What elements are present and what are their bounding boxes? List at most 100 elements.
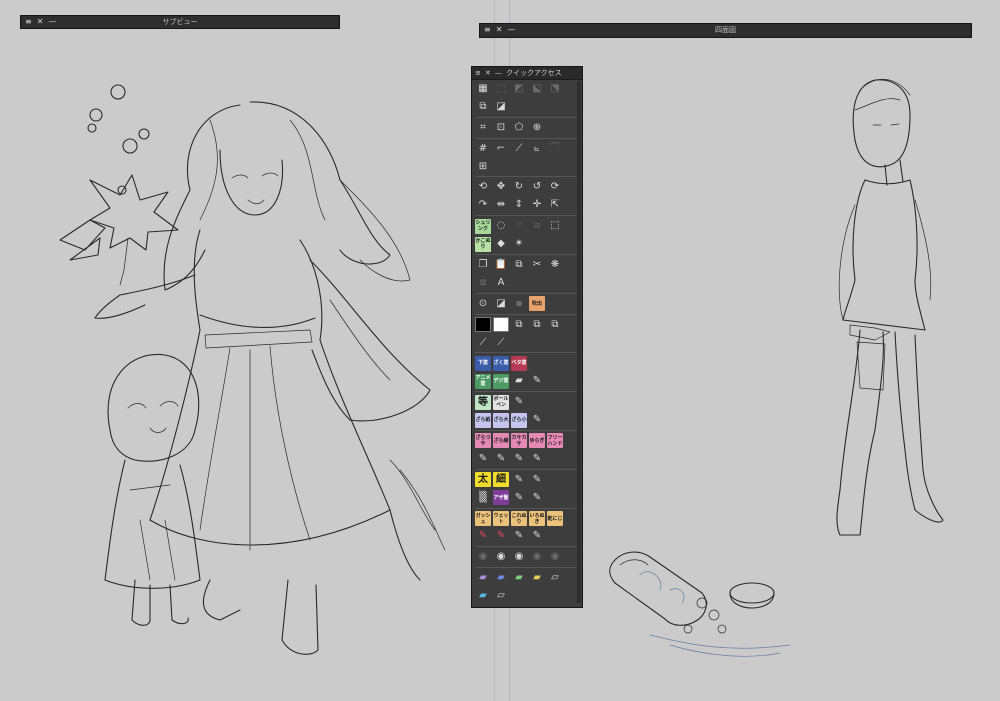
mesh-icon[interactable]: ⊕ xyxy=(529,120,545,135)
rotate-view-icon[interactable]: ↻ xyxy=(511,180,527,195)
paste-icon[interactable]: 📋 xyxy=(493,257,509,272)
brush-tip-icon[interactable]: ✎ xyxy=(529,472,545,487)
quick-access-panel[interactable]: ≡ ✕ — クイックアクセス ▦ ⬚ ◩ ⬕ ⬔ ⧉ ◪ ⌗ ⊡ ⬠ ⊕ # ⌐ ⟋ ⦜ ⌒ ⊞ ⟲ ✥ ↻ ↺ ⟳ ↷ ⇹ ⇕… xyxy=(471,66,583,608)
scrollbar[interactable] xyxy=(577,81,581,603)
pen-ruler-icon[interactable]: ⟋ xyxy=(511,141,527,156)
tone-black-icon[interactable]: ▒ xyxy=(475,490,491,505)
layer-dark-icon[interactable]: ▪ xyxy=(511,296,527,311)
circle-4-icon[interactable]: ◉ xyxy=(529,550,545,565)
zakku-nuri-button[interactable]: ざく塗 xyxy=(493,355,509,371)
rect-select-icon[interactable]: ⬚ xyxy=(547,219,563,234)
smudge-icon[interactable]: ✎ xyxy=(511,490,527,505)
zara-2-button[interactable]: ざら大 xyxy=(493,412,509,428)
no-fill-icon[interactable]: ⧄ xyxy=(529,219,545,234)
folder-white-icon[interactable]: ▱ xyxy=(547,571,563,586)
shrink-select-button[interactable]: シュリンク xyxy=(475,218,491,234)
eyedropper-icon[interactable]: ⟋ xyxy=(475,335,491,350)
wet-button[interactable]: ウェット xyxy=(493,511,509,527)
free-button[interactable]: フリーハンド xyxy=(547,433,563,449)
circle-1-icon[interactable]: ◉ xyxy=(475,550,491,565)
move-icon[interactable]: ✥ xyxy=(493,180,509,195)
blend-icon[interactable]: ✎ xyxy=(529,490,545,505)
open-folder-icon[interactable]: ▱ xyxy=(493,589,509,604)
layer-stack-icon[interactable]: ⧉ xyxy=(511,317,527,332)
zara-1-button[interactable]: ざら紙 xyxy=(475,412,491,428)
tou-button[interactable]: 等 xyxy=(475,394,491,410)
rotate-left-icon[interactable]: ⟲ xyxy=(475,180,491,195)
iroiro-button[interactable]: いろぬき xyxy=(529,511,545,527)
close-icon[interactable]: ✕ xyxy=(485,67,491,79)
balloon-button[interactable]: 吹出 xyxy=(529,296,545,312)
new-layer-icon[interactable]: ⧉ xyxy=(475,99,491,114)
folder-cyan-icon[interactable]: ▰ xyxy=(475,589,491,604)
ink-brush-icon[interactable]: ✎ xyxy=(511,472,527,487)
hand-icon[interactable]: ☞ xyxy=(511,219,527,234)
layer-mask-icon[interactable]: ◪ xyxy=(493,99,509,114)
kore-button[interactable]: これぬり xyxy=(511,511,527,527)
shrink-icon[interactable]: ⬔ xyxy=(547,81,563,96)
folder-purple-icon[interactable]: ▰ xyxy=(475,571,491,586)
menu-icon[interactable]: ≡ xyxy=(475,67,481,79)
curve-ruler-icon[interactable]: ⌒ xyxy=(547,141,563,156)
airbrush-icon[interactable]: ✎ xyxy=(511,529,527,544)
lasso-icon[interactable]: ◌ xyxy=(493,219,509,234)
brush-2-icon[interactable]: ✎ xyxy=(493,451,509,466)
layer-props-icon[interactable]: ⧉ xyxy=(529,317,545,332)
folder-yellow-icon[interactable]: ▰ xyxy=(529,571,545,586)
flip-v-icon[interactable]: ⇕ xyxy=(511,198,527,213)
pen-tool-icon[interactable]: ✎ xyxy=(511,395,527,410)
zoom-icon[interactable]: ⊙ xyxy=(475,296,491,311)
minimize-icon[interactable]: — xyxy=(495,67,502,79)
brush-1-icon[interactable]: ✎ xyxy=(475,451,491,466)
kawaki-button[interactable]: 乾にじ xyxy=(547,511,563,527)
circle-2-icon[interactable]: ◉ xyxy=(493,550,509,565)
frame-icon[interactable]: ◪ xyxy=(493,296,509,311)
expand-icon[interactable]: ⬕ xyxy=(529,81,545,96)
brush-4-icon[interactable]: ✎ xyxy=(529,451,545,466)
folder-blue-icon[interactable]: ▰ xyxy=(493,571,509,586)
red-brush-icon[interactable]: ✎ xyxy=(475,529,491,544)
layer-link-icon[interactable]: ⧉ xyxy=(547,317,563,332)
fill-bucket-icon[interactable]: ◆ xyxy=(493,237,509,252)
futo-button[interactable]: 太 xyxy=(475,472,491,488)
magic-wand-icon[interactable]: ✶ xyxy=(511,237,527,252)
main-color-swatch[interactable] xyxy=(475,317,491,333)
merge-icon[interactable]: ⧈ xyxy=(475,275,491,290)
pen-icon[interactable]: ✎ xyxy=(529,374,545,389)
anime-nuri-button[interactable]: アニメ塗 xyxy=(475,373,491,389)
circle-5-icon[interactable]: ◉ xyxy=(547,550,563,565)
deselect-icon[interactable]: ⬚ xyxy=(493,81,509,96)
aza-button[interactable]: アザ髪 xyxy=(493,490,509,506)
zara-tsuya-button[interactable]: ざらつや xyxy=(475,433,491,449)
select-arrow-icon[interactable]: ⇱ xyxy=(547,198,563,213)
loading-icon[interactable]: ❋ xyxy=(547,257,563,272)
ballpen-button[interactable]: ボールペン xyxy=(493,394,509,410)
gouache-button[interactable]: ガッシュ xyxy=(475,511,491,527)
spray-icon[interactable]: ✎ xyxy=(529,529,545,544)
free-transform-icon[interactable]: ⊡ xyxy=(493,120,509,135)
zara-sen-button[interactable]: ざら線 xyxy=(493,433,509,449)
quick-access-header[interactable]: ≡ ✕ — クイックアクセス xyxy=(472,67,582,80)
select-all-icon[interactable]: ▦ xyxy=(475,81,491,96)
marker-icon[interactable]: ▰ xyxy=(511,374,527,389)
pencil-icon[interactable]: ✎ xyxy=(529,413,545,428)
text-icon[interactable]: A xyxy=(493,275,509,290)
linear-ruler-icon[interactable]: ⦜ xyxy=(529,141,545,156)
copy-icon[interactable]: ❐ xyxy=(475,257,491,272)
invert-icon[interactable]: ◩ xyxy=(511,81,527,96)
brush-3-icon[interactable]: ✎ xyxy=(511,451,527,466)
ruler-icon[interactable]: ⌐ xyxy=(493,141,509,156)
yura-button[interactable]: ゆらぎ xyxy=(529,433,545,449)
hoso-button[interactable]: 細 xyxy=(493,472,509,488)
rotate-reset-icon[interactable]: ⟳ xyxy=(547,180,563,195)
crop-icon[interactable]: ⌗ xyxy=(475,120,491,135)
distort-icon[interactable]: ⬠ xyxy=(511,120,527,135)
eyedropper-2-icon[interactable]: ⟋ xyxy=(493,335,509,350)
fill-enclose-button[interactable]: かこぬり xyxy=(475,236,491,252)
digital-nuri-button[interactable]: デジ塗 xyxy=(493,373,509,389)
folder-green-icon[interactable]: ▰ xyxy=(511,571,527,586)
flip-h-icon[interactable]: ⇹ xyxy=(493,198,509,213)
threeview-panel-bar[interactable]: ≡ ✕ — 四面図 xyxy=(479,23,972,38)
pan-icon[interactable]: ✛ xyxy=(529,198,545,213)
zara-3-button[interactable]: ざら小 xyxy=(511,412,527,428)
